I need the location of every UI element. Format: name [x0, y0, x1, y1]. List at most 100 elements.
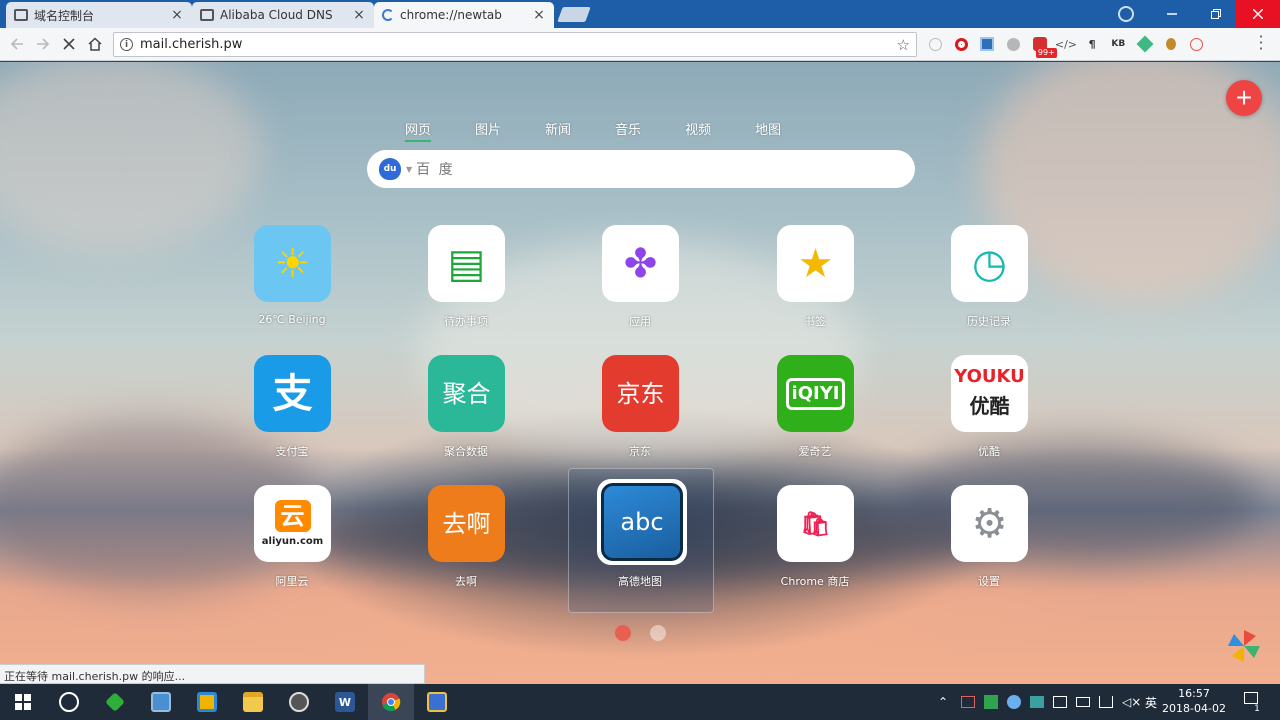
tile-iqiyi[interactable]: iQIYI 爱奇艺	[755, 355, 875, 465]
tile-abc-translate[interactable]: abc 高德地图	[580, 479, 700, 595]
tab-newtab[interactable]: chrome://newtab ×	[374, 2, 554, 28]
store-icon	[197, 692, 217, 712]
clock-icon[interactable]: ◷	[951, 225, 1028, 302]
url-text[interactable]: mail.cherish.pw	[140, 37, 897, 52]
extension-grey-dot-icon[interactable]	[1003, 34, 1025, 54]
engine-dropdown-icon[interactable]: ▼	[406, 165, 412, 174]
tile-star[interactable]: ★ 书签	[755, 225, 875, 335]
taskbar-app-remote[interactable]	[138, 684, 184, 720]
tile-jd[interactable]: 京东 京东	[580, 355, 700, 465]
extension-clock-icon[interactable]	[924, 34, 946, 54]
volume-mute-icon[interactable]: ◁×	[1122, 695, 1141, 709]
tab-domain-console[interactable]: 域名控制台 ×	[6, 2, 192, 28]
battery-icon[interactable]	[1076, 697, 1090, 707]
taskbar-app-tool[interactable]	[276, 684, 322, 720]
stop-button[interactable]	[58, 34, 80, 54]
star-icon[interactable]: ★	[777, 225, 854, 302]
tab-close-icon[interactable]: ×	[532, 7, 546, 23]
youku-icon[interactable]: YOUKU 优酷	[951, 355, 1028, 432]
close-window-button[interactable]	[1236, 0, 1280, 28]
gear-icon[interactable]: ⚙	[951, 485, 1028, 562]
extension-vue-icon[interactable]	[1134, 34, 1156, 54]
page-dot-1[interactable]	[615, 625, 631, 641]
ime-indicator[interactable]: 英	[1145, 694, 1157, 711]
search-cat-news[interactable]: 新闻	[545, 119, 571, 138]
taskbar-app-chrome[interactable]	[368, 684, 414, 720]
extension-screenshot-icon[interactable]	[976, 34, 998, 54]
tile-shopping-bag[interactable]: 🛍 Chrome 商店	[755, 485, 875, 595]
taskbar-app-word[interactable]: W	[322, 684, 368, 720]
page-dot-2[interactable]	[650, 625, 666, 641]
pinwheel-logo-icon[interactable]	[1226, 628, 1262, 664]
back-button[interactable]	[6, 34, 28, 54]
tile-sun[interactable]: ☀ 26℃ Beijing	[232, 225, 352, 335]
extension-code-icon[interactable]: </>	[1055, 34, 1077, 54]
aliyun-icon[interactable]: 云 aliyun.com	[254, 485, 331, 562]
home-button[interactable]	[84, 34, 106, 54]
forward-button[interactable]	[32, 34, 54, 54]
search-cat-video[interactable]: 视频	[685, 119, 711, 138]
taskbar-app-network-tool[interactable]	[414, 684, 460, 720]
green-app-icon	[105, 692, 125, 712]
taskbar-app-store[interactable]	[184, 684, 230, 720]
extension-paragraph-icon[interactable]: ¶	[1081, 34, 1103, 54]
new-tab-button[interactable]	[557, 7, 591, 22]
tab-close-icon[interactable]: ×	[352, 7, 366, 23]
search-box[interactable]: du ▼ 百 度	[367, 150, 915, 188]
tray-app-icon[interactable]	[961, 696, 975, 708]
tile-youku[interactable]: YOUKU 优酷 优酷	[929, 355, 1049, 465]
quna-icon[interactable]: 去啊	[428, 485, 505, 562]
tray-message-icon[interactable]	[1053, 696, 1067, 708]
apps-icon[interactable]: ✤	[602, 225, 679, 302]
taskbar-clock[interactable]: 16:57 2018-04-02	[1160, 686, 1228, 716]
tray-update-icon[interactable]	[984, 695, 998, 709]
juhe-icon[interactable]: 聚合	[428, 355, 505, 432]
tile-todo[interactable]: ▤ 待办事项	[406, 225, 526, 335]
extension-notification-icon[interactable]: 99+	[1029, 34, 1057, 58]
chevron-up-icon[interactable]: ⌃	[938, 695, 952, 709]
chrome-menu-icon[interactable]: · · ·	[1256, 29, 1266, 57]
search-cat-images[interactable]: 图片	[475, 119, 501, 138]
tile-gear[interactable]: ⚙ 设置	[929, 485, 1049, 595]
bookmark-star-icon[interactable]: ☆	[897, 36, 910, 54]
search-input[interactable]: 百 度	[416, 159, 454, 179]
search-cat-map[interactable]: 地图	[755, 119, 781, 138]
address-bar[interactable]: i mail.cherish.pw ☆	[113, 32, 917, 57]
action-center-icon[interactable]: 1	[1240, 692, 1262, 714]
windows-logo-icon	[15, 694, 31, 710]
info-icon[interactable]: i	[120, 38, 133, 51]
extension-tampermonkey-icon[interactable]	[1160, 34, 1182, 54]
tab-alibaba-dns[interactable]: Alibaba Cloud DNS ×	[192, 2, 374, 28]
tile-apps[interactable]: ✤ 应用	[580, 225, 700, 335]
tile-alipay[interactable]: 支支付宝	[232, 355, 352, 465]
tile-clock[interactable]: ◷ 历史记录	[929, 225, 1049, 335]
tile-quna[interactable]: 去啊 去啊	[406, 485, 526, 595]
iqiyi-icon[interactable]: iQIYI	[777, 355, 854, 432]
network-icon[interactable]	[1099, 696, 1113, 708]
taskbar-app-network[interactable]	[92, 684, 138, 720]
profile-icon[interactable]	[1118, 6, 1134, 22]
taskbar-app-explorer[interactable]	[230, 684, 276, 720]
taskbar-app-alarm[interactable]	[46, 684, 92, 720]
minimize-button[interactable]	[1150, 0, 1194, 28]
tile-aliyun[interactable]: 云 aliyun.com 阿里云	[232, 485, 352, 595]
search-cat-music[interactable]: 音乐	[615, 119, 641, 138]
extension-opera-icon[interactable]	[950, 34, 972, 54]
todo-icon[interactable]: ▤	[428, 225, 505, 302]
tile-juhe[interactable]: 聚合 聚合数据	[406, 355, 526, 465]
alipay-icon[interactable]: 支	[254, 355, 331, 432]
extension-kb-icon[interactable]: KB	[1107, 34, 1129, 54]
tab-close-icon[interactable]: ×	[170, 7, 184, 23]
start-button[interactable]	[0, 684, 46, 720]
add-tile-button[interactable]: +	[1226, 80, 1262, 116]
restore-button[interactable]	[1194, 0, 1238, 28]
shopping-bag-icon[interactable]: 🛍	[777, 485, 854, 562]
tray-cloud-icon[interactable]	[1007, 695, 1021, 709]
search-cat-web[interactable]: 网页	[405, 119, 432, 142]
baidu-paw-icon[interactable]: du	[379, 158, 401, 180]
jd-icon[interactable]: 京东	[602, 355, 679, 432]
sun-icon[interactable]: ☀	[254, 225, 331, 302]
abc-translate-icon[interactable]: abc	[597, 479, 687, 565]
extension-v-icon[interactable]	[1186, 34, 1208, 54]
tray-app2-icon[interactable]	[1030, 696, 1044, 708]
